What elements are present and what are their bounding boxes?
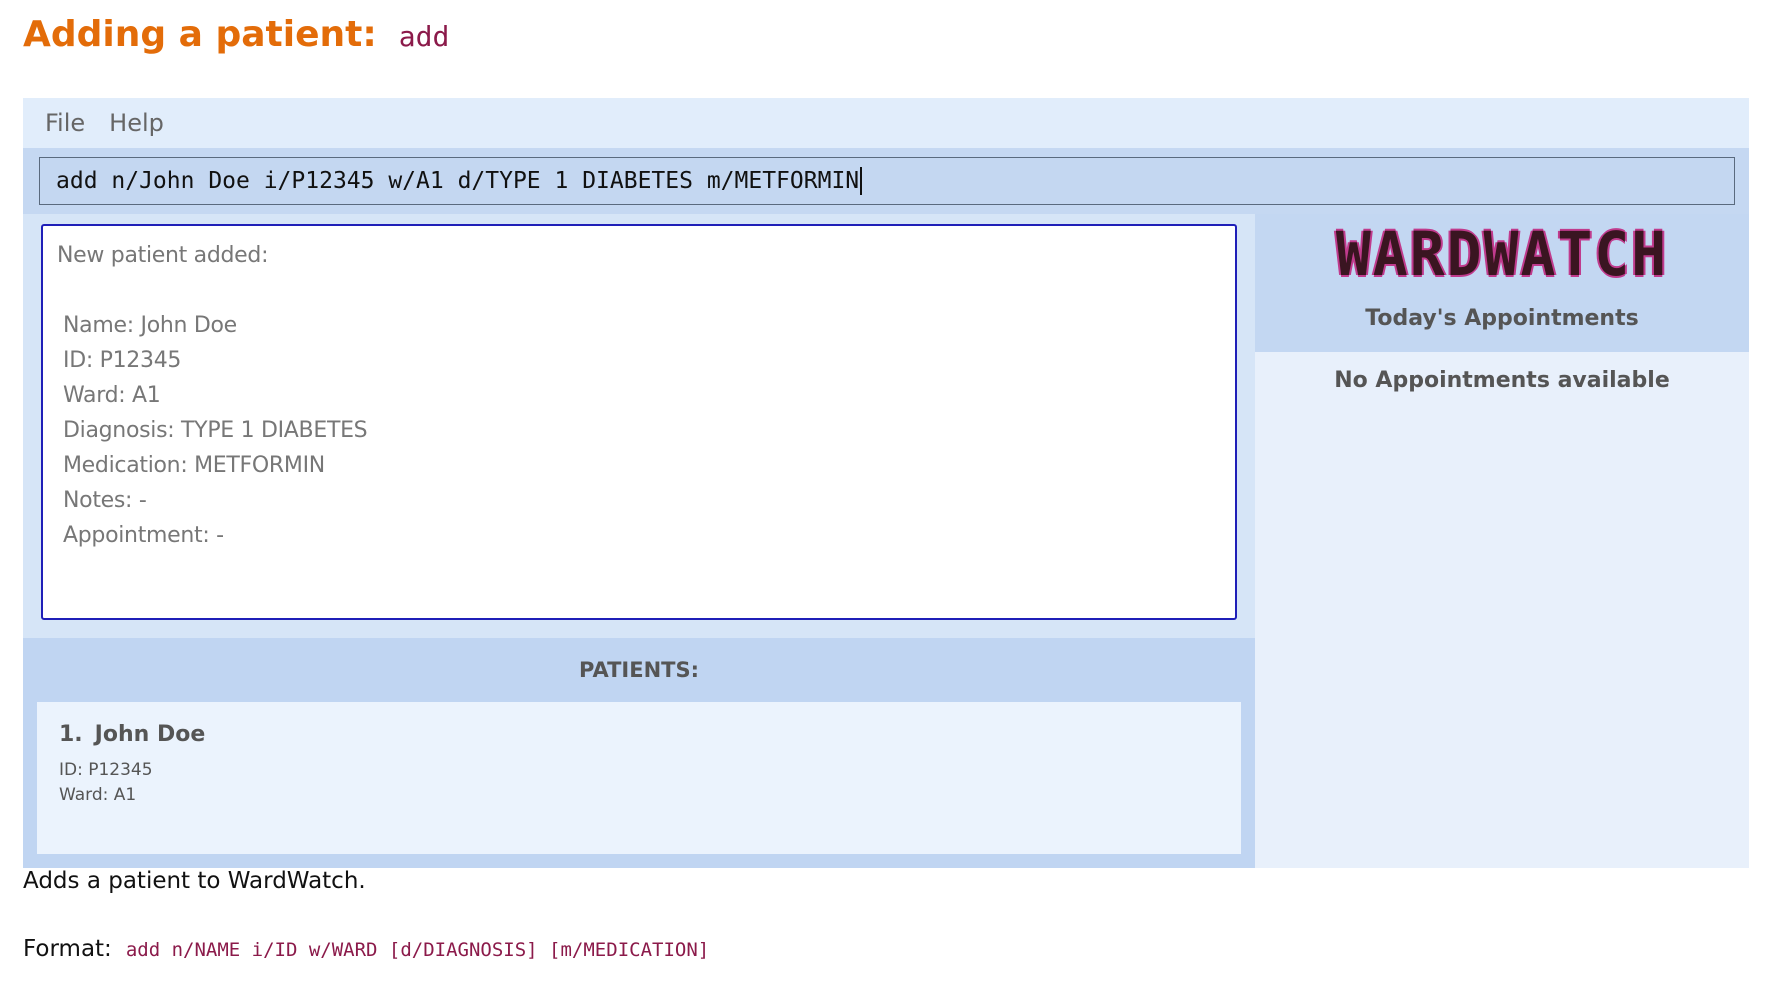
heading-text: Adding a patient:: [23, 14, 377, 55]
result-line-medication: Medication: METFORMIN: [63, 453, 325, 478]
result-line-ward: Ward: A1: [63, 383, 161, 408]
patient-list: 1. John Doe ID: P12345 Ward: A1: [23, 702, 1255, 868]
logo-text: WARDWATCH: [1335, 218, 1669, 290]
patients-header-label: PATIENTS:: [579, 658, 699, 682]
appointments-title: Today's Appointments: [1365, 306, 1639, 331]
command-input[interactable]: add n/John Doe i/P12345 w/A1 d/TYPE 1 DI…: [39, 157, 1735, 205]
patient-card[interactable]: 1. John Doe ID: P12345 Ward: A1: [37, 702, 1241, 854]
text-caret: [860, 167, 863, 195]
result-line-diagnosis: Diagnosis: TYPE 1 DIABETES: [63, 418, 368, 443]
sidebar-header: WARDWATCH Today's Appointments: [1255, 214, 1749, 352]
patients-header: PATIENTS:: [23, 638, 1255, 702]
app-window: File Help add n/John Doe i/P12345 w/A1 d…: [23, 98, 1749, 868]
result-line-id: ID: P12345: [63, 348, 182, 373]
heading-code: add: [398, 20, 450, 53]
patient-ward: Ward: A1: [59, 785, 137, 805]
format-label: Format:: [23, 936, 112, 962]
result-line-name: Name: John Doe: [63, 313, 237, 338]
doc-description: Adds a patient to WardWatch.: [23, 868, 366, 894]
command-input-value: add n/John Doe i/P12345 w/A1 d/TYPE 1 DI…: [56, 168, 860, 194]
appointments-empty-message: No Appointments available: [1334, 368, 1670, 393]
patient-id: ID: P12345: [59, 760, 153, 780]
result-line-notes: Notes: -: [63, 488, 147, 513]
menu-bar: File Help: [23, 98, 1749, 148]
patient-name: 1. John Doe: [59, 722, 1219, 758]
wardwatch-logo: WARDWATCH: [1336, 218, 1668, 289]
result-blank-line: [57, 273, 1221, 308]
result-line-appointment: Appointment: -: [63, 523, 224, 548]
patient-name-text: John Doe: [94, 722, 206, 747]
patient-index: 1.: [59, 722, 83, 747]
right-column: WARDWATCH Today's Appointments No Appoin…: [1255, 214, 1749, 868]
doc-format: Format: add n/NAME i/ID w/WARD [d/DIAGNO…: [23, 936, 709, 962]
menu-file[interactable]: File: [45, 109, 85, 137]
doc-heading: Adding a patient: add: [23, 14, 449, 64]
left-column: New patient added: Name: John Doe ID: P1…: [23, 214, 1255, 868]
result-display[interactable]: New patient added: Name: John Doe ID: P1…: [41, 224, 1237, 620]
format-code: add n/NAME i/ID w/WARD [d/DIAGNOSIS] [m/…: [125, 939, 710, 961]
menu-help[interactable]: Help: [109, 109, 164, 137]
result-title: New patient added:: [57, 243, 269, 268]
command-bar: add n/John Doe i/P12345 w/A1 d/TYPE 1 DI…: [23, 148, 1749, 214]
